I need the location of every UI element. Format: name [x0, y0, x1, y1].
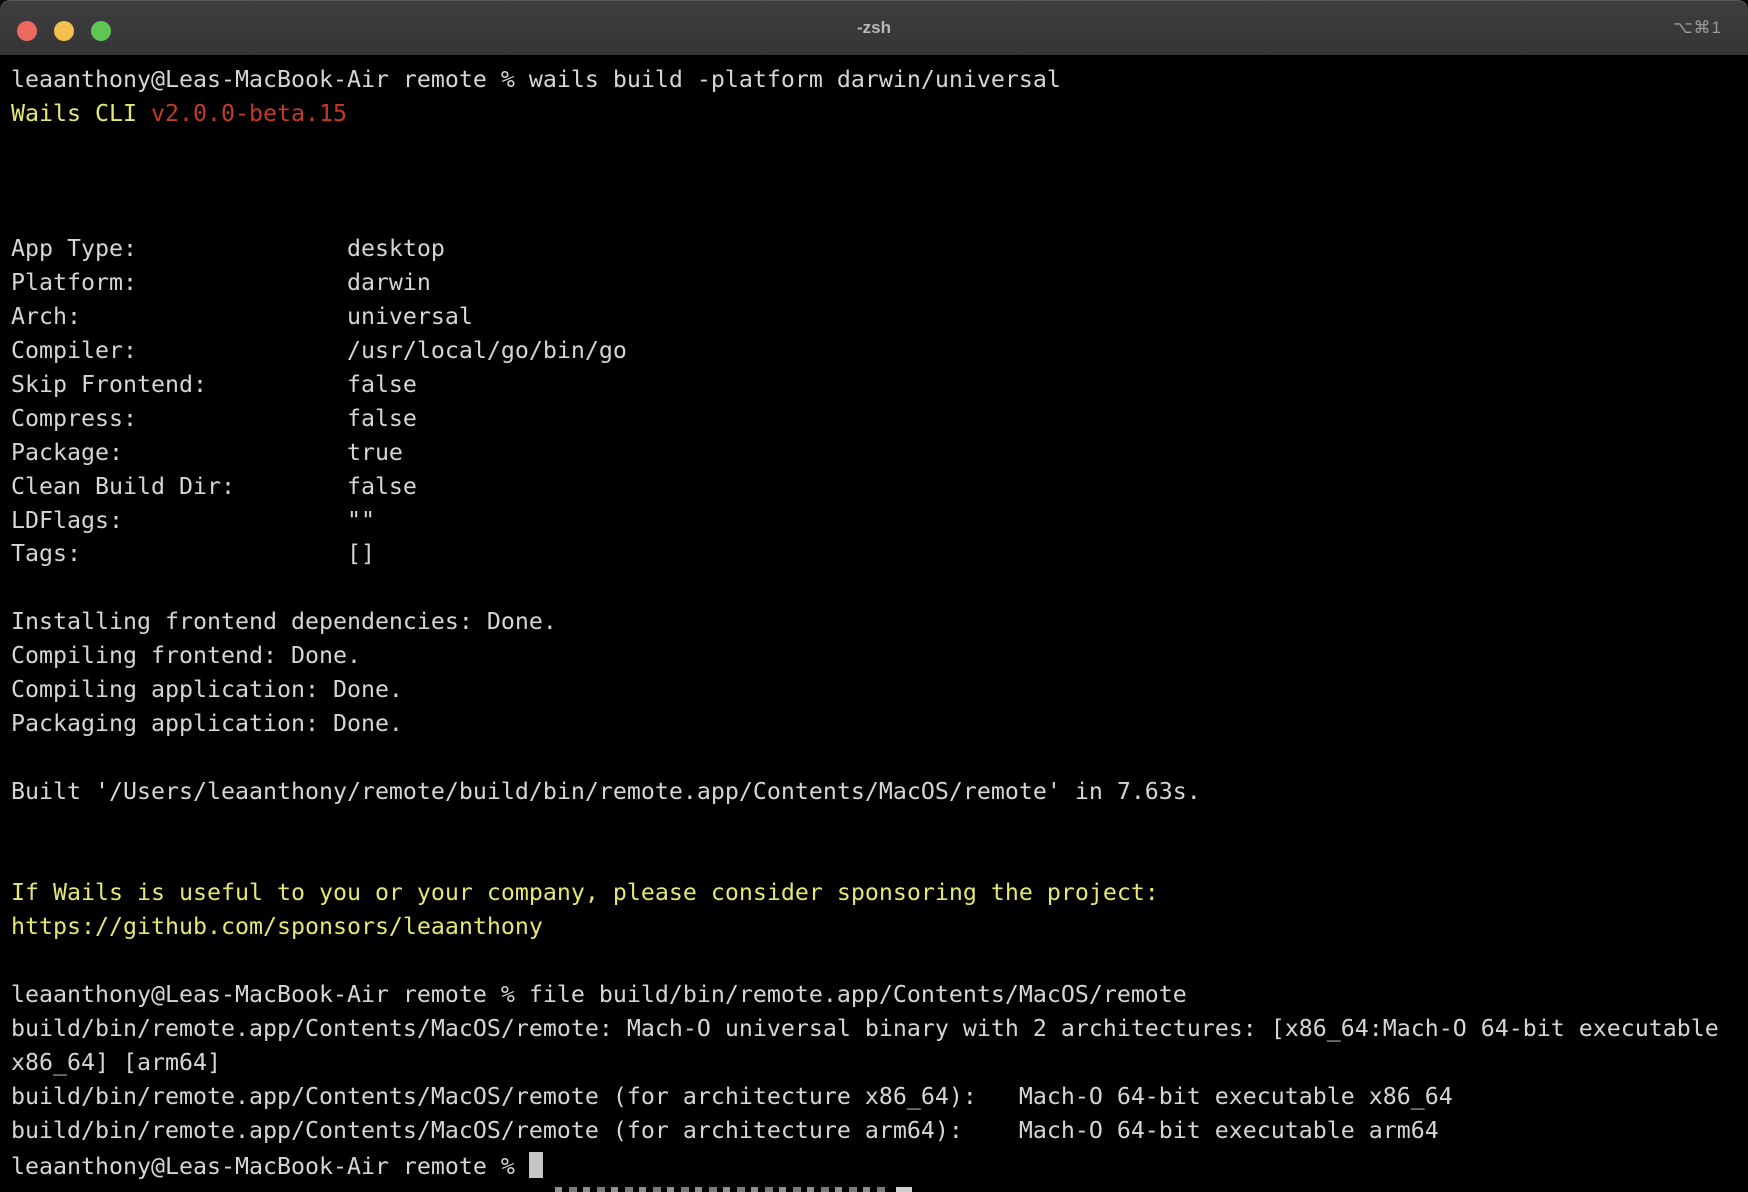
terminal-line: Package: true: [11, 436, 1748, 470]
terminal-line: Compiling application: Done.: [11, 673, 1748, 707]
terminal-text: LDFlags: "": [11, 507, 375, 534]
terminal-text: App Type: desktop: [11, 235, 445, 262]
terminal-text: If Wails is useful to you or your compan…: [11, 879, 1159, 906]
terminal-text: Compress: false: [11, 405, 417, 432]
terminal-line: build/bin/remote.app/Contents/MacOS/remo…: [11, 1114, 1748, 1148]
terminal-line: Compiling frontend: Done.: [11, 639, 1748, 673]
terminal-line: [11, 165, 1748, 199]
window-title: -zsh: [0, 0, 1748, 55]
terminal-line: If Wails is useful to you or your compan…: [11, 876, 1748, 910]
terminal-text: Platform: darwin: [11, 269, 431, 296]
terminal-text: leaanthony@Leas-MacBook-Air remote %: [11, 1153, 529, 1180]
terminal-text: x86_64] [arm64]: [11, 1049, 221, 1076]
terminal-line: x86_64] [arm64]: [11, 1046, 1748, 1080]
terminal-window: -zsh ⌥⌘1 leaanthony@Leas-MacBook-Air rem…: [0, 0, 1748, 1192]
terminal-line: Arch: universal: [11, 300, 1748, 334]
terminal-cursor: [529, 1152, 543, 1178]
terminal-text: v2.0.0-beta.15: [151, 100, 347, 127]
terminal-text: build/bin/remote.app/Contents/MacOS/remo…: [11, 1117, 1439, 1144]
terminal-line: leaanthony@Leas-MacBook-Air remote % wai…: [11, 63, 1748, 97]
clipped-text-line: [555, 1187, 885, 1192]
terminal-line: [11, 944, 1748, 978]
terminal-line: leaanthony@Leas-MacBook-Air remote %: [11, 1148, 1748, 1182]
terminal-line: build/bin/remote.app/Contents/MacOS/remo…: [11, 1080, 1748, 1114]
terminal-text: Arch: universal: [11, 303, 473, 330]
terminal-line: Wails CLI v2.0.0-beta.15: [11, 97, 1748, 131]
window-shortcut-label: ⌥⌘1: [1673, 0, 1722, 55]
terminal-line: [11, 741, 1748, 775]
terminal-text: Package: true: [11, 439, 403, 466]
terminal-line: Compress: false: [11, 402, 1748, 436]
terminal-line: Tags: []: [11, 537, 1748, 571]
terminal-line: App Type: desktop: [11, 232, 1748, 266]
terminal-text: Skip Frontend: false: [11, 371, 417, 398]
terminal-text: leaanthony@Leas-MacBook-Air remote % wai…: [11, 66, 1061, 93]
terminal-text: Compiling frontend: Done.: [11, 642, 361, 669]
terminal-line: [11, 571, 1748, 605]
terminal-text: Installing frontend dependencies: Done.: [11, 608, 557, 635]
terminal-text: Wails CLI: [11, 100, 151, 127]
terminal-line: https://github.com/sponsors/leaanthony: [11, 910, 1748, 944]
terminal-text: Compiling application: Done.: [11, 676, 403, 703]
terminal-line: Skip Frontend: false: [11, 368, 1748, 402]
terminal-screen[interactable]: leaanthony@Leas-MacBook-Air remote % wai…: [0, 55, 1748, 1192]
terminal-line: LDFlags: "": [11, 504, 1748, 538]
terminal-line: Packaging application: Done.: [11, 707, 1748, 741]
clipped-text-line-block: [896, 1187, 912, 1192]
terminal-line: Compiler: /usr/local/go/bin/go: [11, 334, 1748, 368]
terminal-line: Installing frontend dependencies: Done.: [11, 605, 1748, 639]
titlebar[interactable]: -zsh ⌥⌘1: [0, 0, 1748, 55]
terminal-line: [11, 199, 1748, 233]
terminal-line: Clean Build Dir: false: [11, 470, 1748, 504]
terminal-line: [11, 809, 1748, 843]
terminal-line: [11, 131, 1748, 165]
terminal-line: Built '/Users/leaanthony/remote/build/bi…: [11, 775, 1748, 809]
terminal-line: leaanthony@Leas-MacBook-Air remote % fil…: [11, 978, 1748, 1012]
terminal-text: Built '/Users/leaanthony/remote/build/bi…: [11, 778, 1201, 805]
terminal-text: Packaging application: Done.: [11, 710, 403, 737]
terminal-text: Clean Build Dir: false: [11, 473, 417, 500]
terminal-text: build/bin/remote.app/Contents/MacOS/remo…: [11, 1015, 1733, 1042]
terminal-text: Tags: []: [11, 540, 375, 567]
terminal-line: [11, 842, 1748, 876]
terminal-line: Platform: darwin: [11, 266, 1748, 300]
terminal-text: leaanthony@Leas-MacBook-Air remote % fil…: [11, 981, 1187, 1008]
terminal-line: build/bin/remote.app/Contents/MacOS/remo…: [11, 1012, 1748, 1046]
terminal-text: Compiler: /usr/local/go/bin/go: [11, 337, 627, 364]
terminal-text: build/bin/remote.app/Contents/MacOS/remo…: [11, 1083, 1453, 1110]
terminal-text: https://github.com/sponsors/leaanthony: [11, 913, 543, 940]
